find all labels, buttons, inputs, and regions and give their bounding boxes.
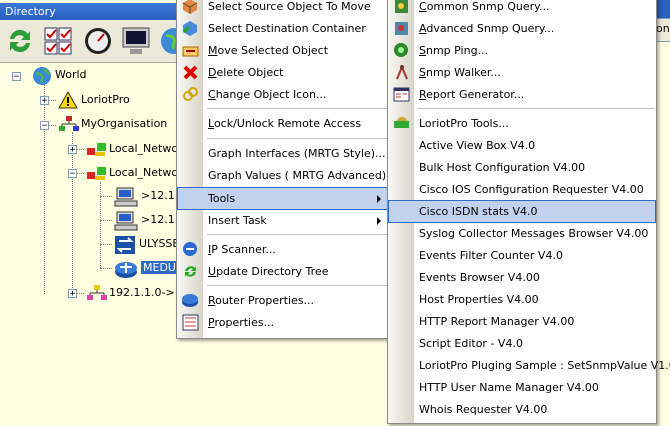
tree-node-ulysse[interactable]: ULYSSE (114, 235, 179, 254)
menu-item-snmp-ping[interactable]: Snmp Ping... (389, 40, 655, 61)
tree-node-host-1[interactable]: >12.1. (114, 187, 178, 207)
globe-icon (32, 66, 52, 85)
menu-item-update-directory[interactable]: Update Directory Tree (178, 261, 388, 282)
tree-node-local-network-2[interactable]: Local_Netwo (86, 164, 178, 182)
menu-item-select-source[interactable]: Select Source Object To Move (178, 0, 388, 17)
tree-node-world[interactable]: World (32, 66, 87, 85)
tree-node-loriotpro[interactable]: LoriotPro (58, 90, 130, 109)
menu-item-router-properties[interactable]: Router Properties... (178, 290, 388, 311)
refresh-icon (182, 263, 199, 280)
checklist-icon[interactable] (42, 25, 74, 57)
menu-item-script-editor[interactable]: Script Editor - V4.0 (389, 333, 655, 354)
computer-icon (114, 211, 138, 231)
context-menu: Select Source Object To Move Select Dest… (176, 0, 397, 339)
menu-item-active-view-box[interactable]: Active View Box V4.0 (389, 135, 655, 156)
snmp-icon (393, 0, 410, 15)
menu-item-tools[interactable]: Tools (177, 187, 389, 210)
cube-icon (182, 0, 199, 15)
chain-icon (182, 86, 199, 103)
menu-item-cisco-ios-configuration[interactable]: Cisco IOS Configuration Requester V4.00 (389, 179, 655, 200)
report-icon (393, 86, 410, 103)
menu-item-http-report-manager[interactable]: HTTP Report Manager V4.00 (389, 311, 655, 332)
right-window-tab[interactable]: ont (655, 18, 670, 42)
menu-item-graph-values[interactable]: Graph Values ( MRTG Advanced)... (178, 165, 397, 186)
tree-node-host-2[interactable]: >12.1. (114, 211, 178, 231)
right-window-title-bar (655, 0, 670, 18)
menu-item-loriotpro-tools[interactable]: LoriotPro Tools... (389, 113, 655, 134)
tree-node-medusa[interactable]: MEDUS (114, 259, 185, 278)
menu-item-syslog-collector[interactable]: Syslog Collector Messages Browser V4.00 (389, 223, 655, 244)
menu-item-move-selected[interactable]: Move Selected Object (178, 40, 388, 61)
tools-submenu: Common Snmp Query... Advanced Snmp Query… (387, 0, 670, 424)
snmp-advanced-icon (393, 20, 410, 37)
tree-expand-loriotpro[interactable]: + (40, 96, 49, 106)
menu-item-advanced-snmp-query[interactable]: Advanced Snmp Query... (389, 18, 655, 39)
ping-icon (393, 42, 410, 59)
menu-item-events-browser[interactable]: Events Browser V4.00 (389, 267, 655, 288)
switch-icon (114, 235, 136, 254)
refresh-icon[interactable] (4, 25, 36, 57)
menu-item-insert-task[interactable]: Insert Task (178, 210, 388, 231)
menu-item-http-user-name-manager[interactable]: HTTP User Name Manager V4.00 (389, 377, 655, 398)
tree-expand-192-network[interactable]: + (68, 289, 77, 299)
menu-item-ip-scanner[interactable]: IP Scanner... (178, 239, 388, 260)
menu-item-events-filter-counter[interactable]: Events Filter Counter V4.0 (389, 245, 655, 266)
computer-icon (114, 187, 138, 207)
tools-icon (393, 115, 410, 132)
directory-title: Directory (0, 3, 200, 20)
cube-arrow-icon (182, 20, 199, 37)
menu-item-bulk-host-configuration[interactable]: Bulk Host Configuration V4.00 (389, 157, 655, 178)
router-icon (114, 259, 138, 278)
menu-item-change-icon[interactable]: Change Object Icon... (178, 84, 388, 105)
tree-collapse-local-network-2[interactable]: − (68, 169, 77, 179)
walker-icon (393, 64, 410, 81)
scanner-icon (182, 241, 199, 258)
menu-item-lock-unlock[interactable]: Lock/Unlock Remote Access (178, 113, 388, 134)
submenu-arrow-icon (377, 217, 381, 225)
move-icon (182, 42, 199, 59)
menu-item-properties[interactable]: Properties... (178, 312, 388, 333)
menu-item-snmp-walker[interactable]: Snmp Walker... (389, 62, 655, 83)
directory-panel: Directory − + − + − + World LoriotPro My… (0, 0, 200, 426)
tree-node-192-network[interactable]: 192.1.1.0-> (86, 284, 175, 302)
delete-icon (182, 64, 199, 81)
menu-item-host-properties[interactable]: Host Properties V4.00 (389, 289, 655, 310)
menu-item-graph-interfaces[interactable]: Graph Interfaces (MRTG Style)... (178, 143, 388, 164)
menu-item-whois-requester[interactable]: Whois Requester V4.00 (389, 399, 655, 420)
menu-item-select-destination[interactable]: Select Destination Container (178, 18, 388, 39)
network-icon (86, 140, 106, 158)
properties-icon (182, 314, 199, 331)
submenu-arrow-icon (377, 195, 381, 203)
menu-item-common-snmp-query[interactable]: Common Snmp Query... (389, 0, 655, 17)
network-icon (58, 115, 79, 133)
directory-toolbar (0, 20, 200, 63)
menu-item-delete-object[interactable]: Delete Object (178, 62, 388, 83)
network-icon (86, 284, 107, 302)
router-icon (182, 292, 199, 309)
menu-item-report-generator[interactable]: Report Generator... (389, 84, 655, 105)
right-window-title-fragment: ont (656, 22, 670, 35)
monitor-icon[interactable] (120, 25, 152, 57)
tree-node-myorganisation[interactable]: MyOrganisation (58, 115, 167, 133)
warning-icon (58, 90, 78, 109)
network-icon (86, 164, 106, 182)
tree-node-local-network-1[interactable]: Local_Netwo (86, 140, 178, 158)
gauge-icon[interactable] (82, 25, 114, 57)
menu-item-cisco-isdn-stats[interactable]: Cisco ISDN stats V4.0 (388, 200, 656, 223)
menu-item-pluging-sample[interactable]: LoriotPro Pluging Sample : SetSnmpValue … (389, 355, 670, 376)
tree-collapse-myorganisation[interactable]: − (40, 121, 49, 131)
tree-collapse-world[interactable]: − (12, 72, 21, 82)
tree-expand-local-network-1[interactable]: + (68, 145, 77, 155)
